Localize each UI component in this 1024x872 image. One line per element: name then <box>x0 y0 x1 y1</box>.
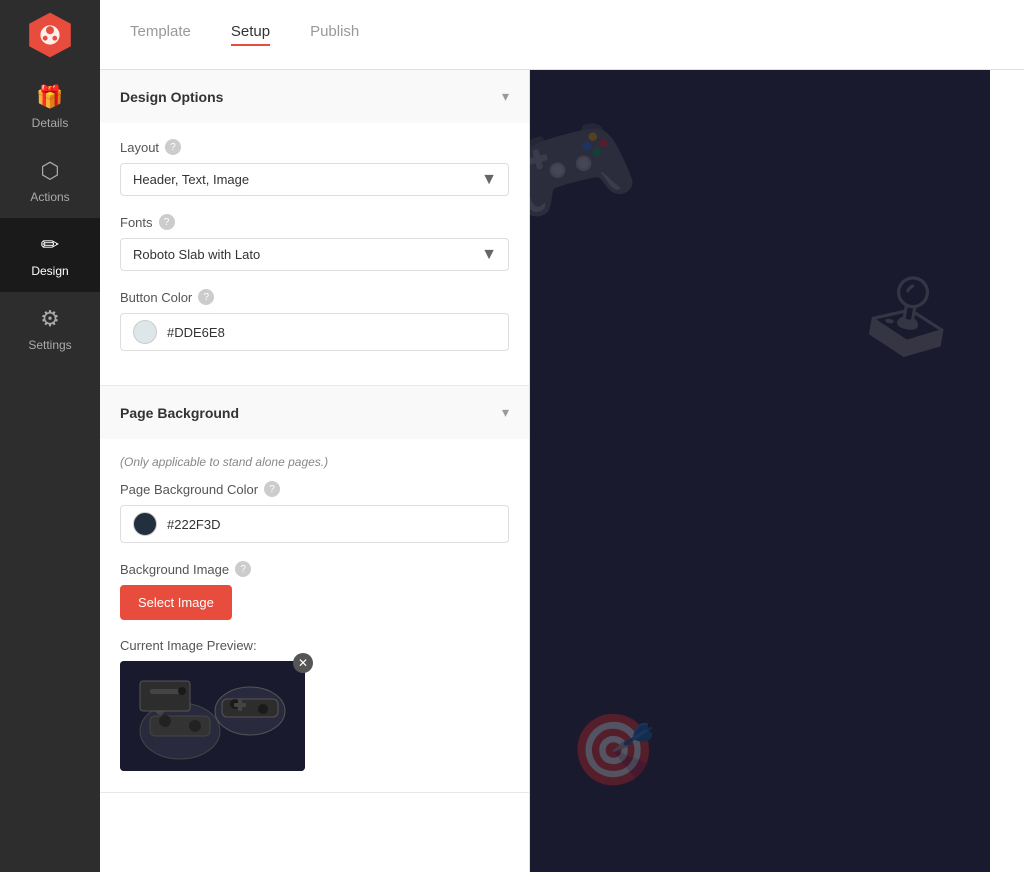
button-color-help-icon[interactable]: ? <box>198 289 214 305</box>
sidebar-item-design[interactable]: ✏ Design <box>0 218 100 292</box>
fonts-field: Fonts ? Roboto Slab with Lato Open Sans … <box>120 214 509 271</box>
bg-art-3: 🎯 <box>567 706 661 795</box>
standalone-note: (Only applicable to stand alone pages.) <box>120 455 509 469</box>
page-background-body: (Only applicable to stand alone pages.) … <box>100 439 529 792</box>
fonts-select[interactable]: Roboto Slab with Lato Open Sans Lato <box>120 238 509 271</box>
logo-icon <box>26 11 74 59</box>
button-color-swatch[interactable] <box>133 320 157 344</box>
bg-color-help-icon[interactable]: ? <box>264 481 280 497</box>
design-icon: ✏ <box>41 232 59 258</box>
remove-image-button[interactable]: ✕ <box>293 653 313 673</box>
preview-wrapper: 🎮 🕹 🎯 Win a FREE PS4! Enter now to win a… <box>530 70 1024 872</box>
layout-field: Layout ? Header, Text, Image Header, Ima… <box>120 139 509 196</box>
bg-art-1: 🎮 <box>530 96 648 241</box>
sidebar-item-actions-label: Actions <box>30 190 69 204</box>
layout-select-wrapper: Header, Text, Image Header, Image, Text … <box>120 163 509 196</box>
fonts-label: Fonts ? <box>120 214 509 230</box>
sidebar-item-settings[interactable]: ⚙ Settings <box>0 292 100 366</box>
preview-area: 🎮 🕹 🎯 Win a FREE PS4! Enter now to win a… <box>530 70 1024 872</box>
tab-setup[interactable]: Setup <box>231 23 270 46</box>
page-background-title: Page Background <box>120 405 239 421</box>
design-options-title: Design Options <box>120 89 223 105</box>
preview-image-svg <box>120 661 305 771</box>
sidebar-item-design-label: Design <box>31 264 68 278</box>
logo <box>0 0 100 70</box>
button-color-label: Button Color ? <box>120 289 509 305</box>
bg-color-label: Page Background Color ? <box>120 481 509 497</box>
image-preview-wrapper: ✕ <box>120 661 305 771</box>
select-image-button[interactable]: Select Image <box>120 585 232 620</box>
sidebar-nav: 🎁 Details ⬡ Actions ✏ Design ⚙ Settings <box>0 0 100 872</box>
button-color-field: Button Color ? #DDE6E8 <box>120 289 509 351</box>
top-nav: Template Setup Publish <box>100 0 1024 70</box>
preview-content-panel: Win a FREE PS4! Enter now to win a PS4! … <box>990 70 1024 872</box>
sidebar-item-details[interactable]: 🎁 Details <box>0 70 100 144</box>
bg-art-2: 🕹 <box>851 262 967 372</box>
layout-help-icon[interactable]: ? <box>165 139 181 155</box>
bg-image-field: Background Image ? Select Image <box>120 561 509 620</box>
button-color-value: #DDE6E8 <box>167 325 225 340</box>
actions-icon: ⬡ <box>40 158 59 184</box>
page-background-header[interactable]: Page Background ▾ <box>100 386 529 439</box>
content-area: Design Options ▾ Layout ? Header, Text, … <box>100 70 1024 872</box>
design-panel: Design Options ▾ Layout ? Header, Text, … <box>100 70 530 872</box>
layout-label: Layout ? <box>120 139 509 155</box>
image-preview <box>120 661 305 771</box>
details-icon: 🎁 <box>36 84 63 110</box>
lp-header: Win a FREE PS4! Enter now to win a PS4! … <box>990 70 1024 872</box>
sidebar-item-actions[interactable]: ⬡ Actions <box>0 144 100 218</box>
design-options-section: Design Options ▾ Layout ? Header, Text, … <box>100 70 529 386</box>
tab-publish[interactable]: Publish <box>310 23 359 46</box>
bg-color-input[interactable]: #222F3D <box>120 505 509 543</box>
page-background-chevron: ▾ <box>502 404 509 421</box>
preview-bg-panel: 🎮 🕹 🎯 <box>530 70 990 872</box>
main-area: Template Setup Publish Design Options ▾ <box>100 0 1024 872</box>
design-options-header[interactable]: Design Options ▾ <box>100 70 529 123</box>
image-preview-section: Current Image Preview: <box>120 638 509 776</box>
design-options-body: Layout ? Header, Text, Image Header, Ima… <box>100 123 529 385</box>
layout-select[interactable]: Header, Text, Image Header, Image, Text … <box>120 163 509 196</box>
button-color-input[interactable]: #DDE6E8 <box>120 313 509 351</box>
bg-color-swatch[interactable] <box>133 512 157 536</box>
sidebar-item-settings-label: Settings <box>28 338 71 352</box>
settings-icon: ⚙ <box>40 306 60 332</box>
bg-image-label: Background Image ? <box>120 561 509 577</box>
bg-image-help-icon[interactable]: ? <box>235 561 251 577</box>
sidebar-item-details-label: Details <box>32 116 69 130</box>
fonts-help-icon[interactable]: ? <box>159 214 175 230</box>
bg-color-value: #222F3D <box>167 517 220 532</box>
page-background-section: Page Background ▾ (Only applicable to st… <box>100 386 529 793</box>
current-image-label: Current Image Preview: <box>120 638 509 653</box>
tab-template[interactable]: Template <box>130 23 191 46</box>
bg-color-field: Page Background Color ? #222F3D <box>120 481 509 543</box>
fonts-select-wrapper: Roboto Slab with Lato Open Sans Lato ▼ <box>120 238 509 271</box>
design-options-chevron: ▾ <box>502 88 509 105</box>
